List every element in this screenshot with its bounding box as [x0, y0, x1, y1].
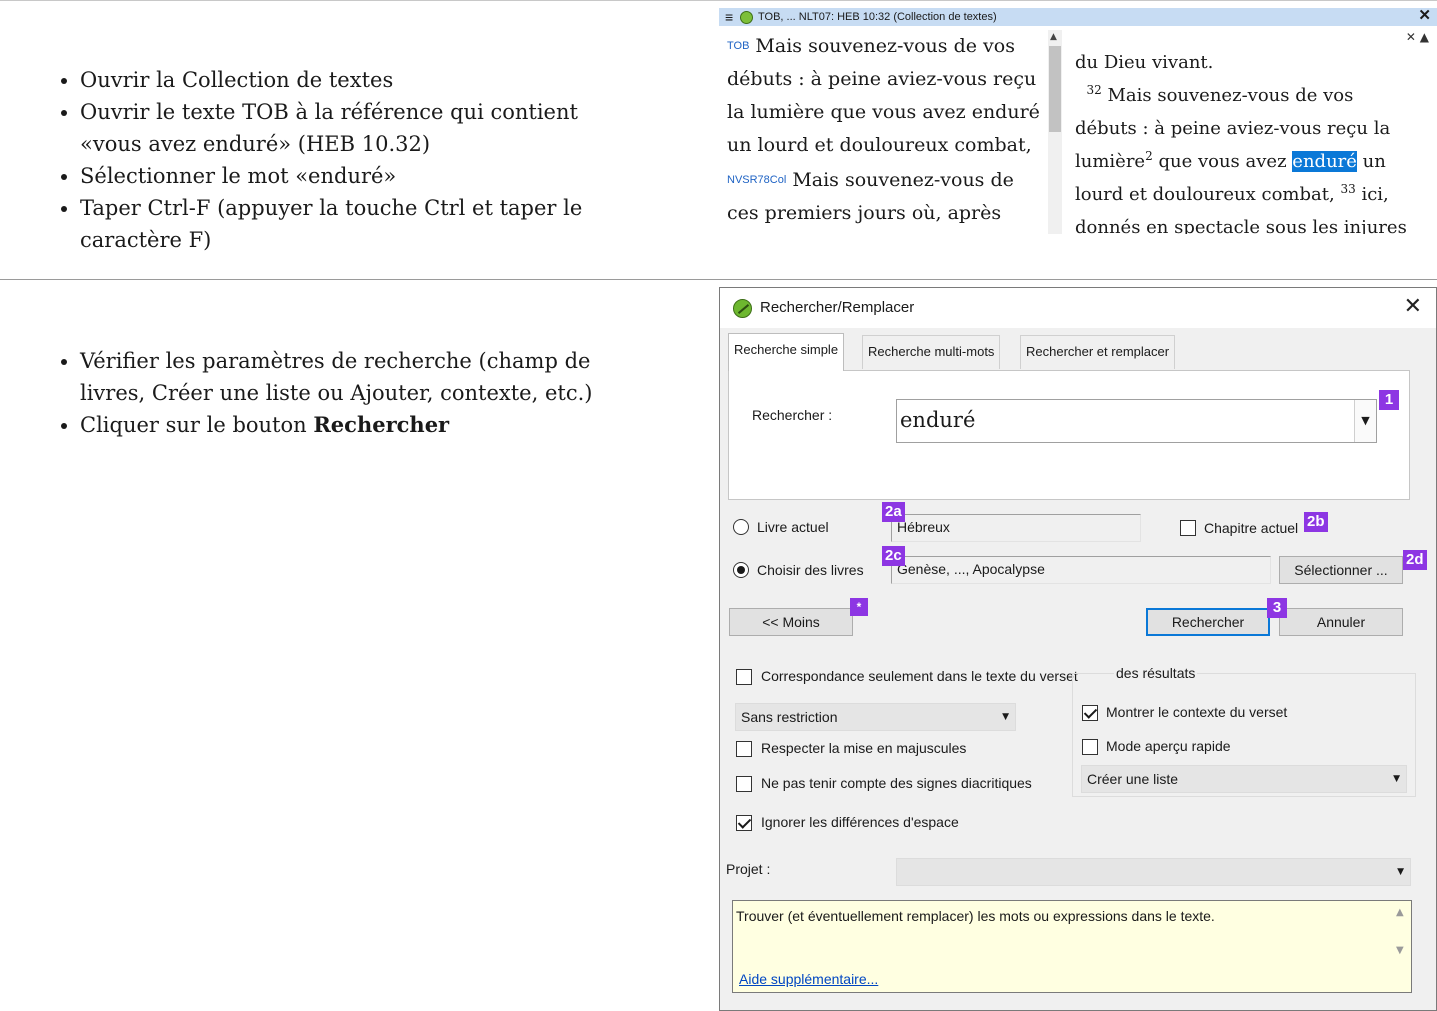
- close-icon[interactable]: ✕: [1404, 294, 1422, 319]
- text-collection-window: ≡ TOB, ... NLT07: HEB 10:32 (Collection …: [719, 8, 1437, 234]
- section-divider: [0, 279, 1437, 280]
- selected-word[interactable]: enduré: [1292, 151, 1357, 172]
- choose-books-radio[interactable]: [733, 562, 749, 578]
- search-replace-dialog: Rechercher/Remplacer ✕ Recherche simple …: [719, 287, 1437, 1011]
- chevron-down-icon[interactable]: ▼: [1354, 400, 1376, 442]
- instruction-item: Sélectionner le mot «enduré»: [80, 160, 620, 192]
- restriction-value: Sans restriction: [741, 709, 838, 725]
- ignore-diacritics-checkbox[interactable]: [736, 776, 752, 792]
- leaf-logo-icon: [740, 11, 753, 24]
- tab-search-and-replace[interactable]: Rechercher et remplacer: [1020, 335, 1176, 369]
- help-link[interactable]: Aide supplémentaire...: [739, 971, 878, 987]
- pane-controls[interactable]: ✕ ▲: [1406, 30, 1429, 44]
- current-chapter-label: Chapitre actuel: [1204, 520, 1299, 536]
- help-info-box: Trouver (et éventuellement remplacer) le…: [732, 900, 1412, 993]
- version-label[interactable]: NVSR78Col: [727, 174, 786, 186]
- current-book-field: Hébreux: [891, 514, 1141, 542]
- ignore-spaces-label: Ignorer les différences d'espace: [761, 814, 959, 830]
- results-group-label: des résultats: [1114, 665, 1198, 681]
- annotation-badge: 3: [1267, 598, 1287, 618]
- instruction-item: Cliquer sur le bouton Rechercher: [80, 409, 620, 441]
- annotation-badge: *: [850, 598, 868, 616]
- list-mode-dropdown[interactable]: Créer une liste ▼: [1081, 765, 1407, 793]
- close-icon[interactable]: ✕: [1418, 8, 1431, 25]
- verse-entry: NVSR78Col Mais souvenez-vous de ces premi…: [727, 164, 1047, 234]
- scroll-up-icon[interactable]: ▲: [1050, 32, 1057, 42]
- simple-search-panel: Rechercher : enduré ▼: [728, 370, 1410, 500]
- menu-icon[interactable]: ≡: [725, 8, 733, 26]
- quick-preview-checkbox[interactable]: [1082, 739, 1098, 755]
- footnote-marker[interactable]: 2: [1145, 149, 1153, 163]
- instruction-item: Ouvrir le texte TOB à la référence qui c…: [80, 96, 620, 160]
- left-pane-scrollbar[interactable]: ▲: [1048, 30, 1062, 234]
- verse-number: 32: [1086, 83, 1102, 97]
- step2-instructions: Vérifier les paramètres de recherche (ch…: [60, 345, 620, 441]
- dialog-title: Rechercher/Remplacer: [760, 299, 915, 316]
- step1-instructions: Ouvrir la Collection de textes Ouvrir le…: [60, 64, 620, 256]
- scroll-up-icon[interactable]: ▲: [1396, 907, 1404, 918]
- cancel-button[interactable]: Annuler: [1279, 608, 1403, 636]
- chevron-down-icon[interactable]: ▼: [1393, 766, 1400, 792]
- ignore-diacritics-label: Ne pas tenir compte des signes diacritiq…: [761, 775, 1032, 791]
- annotation-badge: 2c: [882, 546, 905, 566]
- restriction-dropdown[interactable]: Sans restriction ▼: [735, 703, 1016, 731]
- search-button[interactable]: Rechercher: [1146, 608, 1270, 636]
- version-label[interactable]: TOB: [727, 40, 749, 52]
- current-book-label: Livre actuel: [757, 519, 829, 535]
- instruction-item: Taper Ctrl-F (appuyer la touche Ctrl et …: [80, 192, 620, 256]
- tab-simple-search[interactable]: Recherche simple: [728, 333, 845, 371]
- top-divider: [0, 0, 1437, 1]
- show-context-label: Montrer le contexte du verset: [1106, 704, 1288, 720]
- choose-books-field: Genèse, ..., Apocalypse: [891, 556, 1271, 584]
- leaf-logo-icon: [733, 299, 752, 318]
- collection-right-pane: du Dieu vivant. 32 Mais souvenez-vous de…: [1075, 46, 1419, 234]
- verse-text: Mais souvenez-vous de vos débuts : à pei…: [727, 35, 1040, 156]
- choose-books-label: Choisir des livres: [757, 562, 864, 578]
- current-book-radio[interactable]: [733, 519, 749, 535]
- chevron-down-icon[interactable]: ▼: [1002, 704, 1009, 730]
- annotation-badge: 1: [1379, 390, 1399, 410]
- instruction-text: Cliquer sur le bouton: [80, 413, 314, 437]
- tab-multi-word-search[interactable]: Recherche multi-mots: [862, 335, 1001, 369]
- verse-text: que vous avez: [1158, 151, 1287, 172]
- search-input[interactable]: enduré ▼: [896, 399, 1377, 443]
- instruction-emphasis: Rechercher: [313, 412, 450, 437]
- scrollbar-thumb[interactable]: [1049, 46, 1061, 132]
- match-verse-only-label: Correspondance seulement dans le texte d…: [761, 668, 1078, 684]
- case-sensitive-label: Respecter la mise en majuscules: [761, 740, 967, 756]
- scroll-down-icon[interactable]: ▼: [1396, 945, 1404, 956]
- show-context-checkbox[interactable]: [1082, 705, 1098, 721]
- search-label: Rechercher :: [752, 407, 833, 423]
- help-scrollbar[interactable]: ▲ ▼: [1393, 905, 1409, 989]
- collection-left-pane: TOB Mais souvenez-vous de vos débuts : à …: [727, 30, 1047, 234]
- annotation-badge: 2b: [1304, 512, 1328, 532]
- project-label: Projet :: [726, 861, 771, 877]
- list-mode-value: Créer une liste: [1087, 771, 1179, 787]
- annotation-badge: 2a: [882, 502, 905, 522]
- annotation-badge: 2d: [1403, 550, 1427, 570]
- dialog-titlebar: Rechercher/Remplacer ✕: [720, 288, 1436, 328]
- case-sensitive-checkbox[interactable]: [736, 741, 752, 757]
- verse-text: du Dieu vivant.: [1075, 52, 1214, 73]
- search-value: enduré: [900, 408, 976, 432]
- chevron-down-icon[interactable]: ▼: [1397, 859, 1404, 885]
- verse-entry: TOB Mais souvenez-vous de vos débuts : à …: [727, 30, 1047, 162]
- quick-preview-label: Mode aperçu rapide: [1106, 738, 1231, 754]
- select-books-button[interactable]: Sélectionner ...: [1279, 556, 1403, 584]
- help-text: Trouver (et éventuellement remplacer) le…: [736, 908, 1215, 924]
- instruction-item: Vérifier les paramètres de recherche (ch…: [80, 345, 620, 409]
- less-options-button[interactable]: << Moins: [729, 608, 853, 636]
- verse-number: 33: [1340, 182, 1356, 196]
- current-chapter-checkbox[interactable]: [1180, 520, 1196, 536]
- match-verse-only-checkbox[interactable]: [736, 669, 752, 685]
- ignore-spaces-checkbox[interactable]: [736, 815, 752, 831]
- collection-titlebar: ≡ TOB, ... NLT07: HEB 10:32 (Collection …: [719, 8, 1437, 26]
- instruction-item: Ouvrir la Collection de textes: [80, 64, 620, 96]
- project-dropdown[interactable]: ▼: [896, 858, 1411, 886]
- collection-title: TOB, ... NLT07: HEB 10:32 (Collection de…: [758, 11, 997, 23]
